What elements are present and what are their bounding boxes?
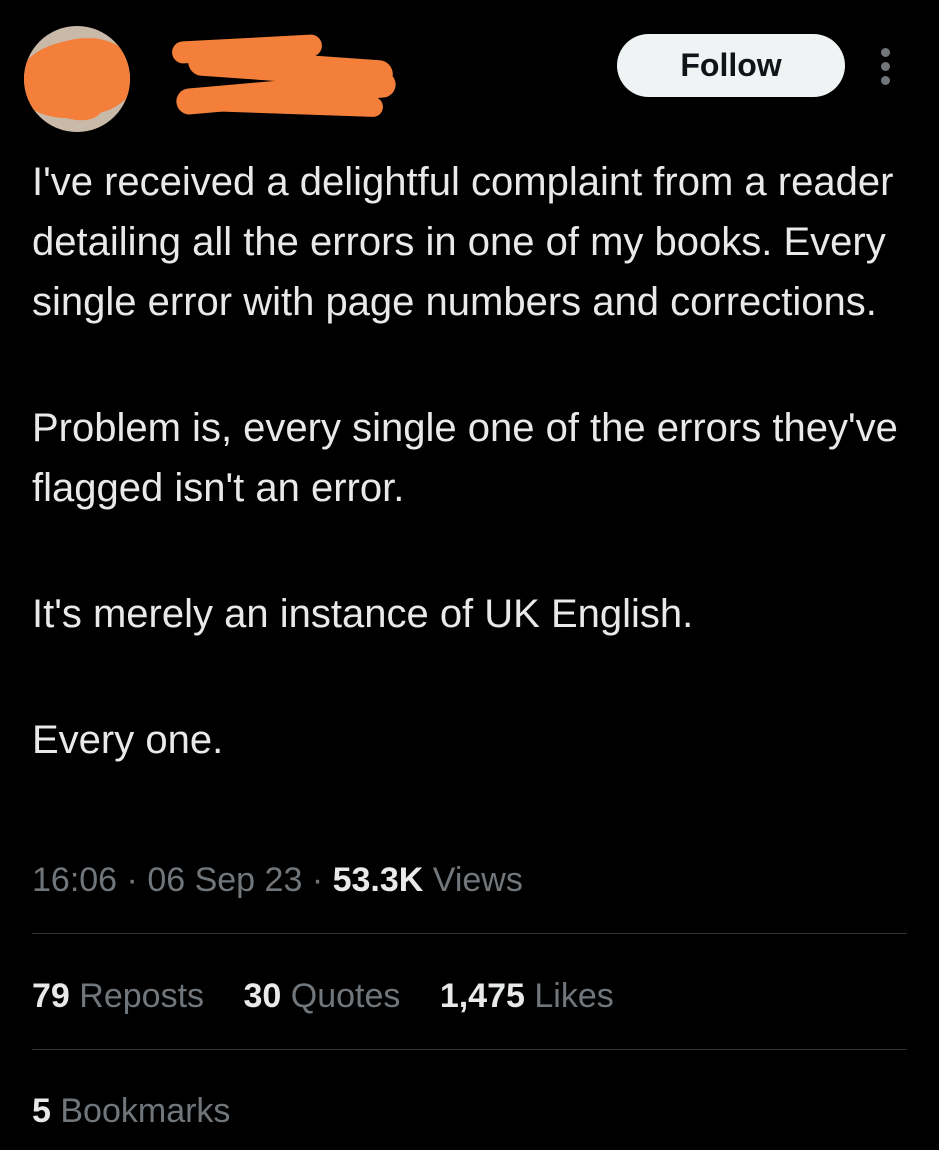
- reposts-stat[interactable]: 79 Reposts: [32, 968, 204, 1024]
- divider: [32, 933, 907, 934]
- likes-label: Likes: [534, 977, 614, 1015]
- tweet-header: Follow: [0, 0, 939, 140]
- reposts-count: 79: [32, 977, 70, 1015]
- quotes-stat[interactable]: 30 Quotes: [243, 968, 400, 1024]
- likes-count: 1,475: [439, 977, 525, 1015]
- bookmarks-stat[interactable]: 5 Bookmarks: [32, 1083, 230, 1139]
- tweet-paragraph: Problem is, every single one of the erro…: [32, 406, 898, 510]
- bookmarks-label: Bookmarks: [60, 1092, 231, 1130]
- quotes-label: Quotes: [290, 977, 401, 1015]
- engagement-stats: 79 Reposts 30 Quotes 1,475 Likes: [32, 968, 644, 1024]
- divider: [32, 1049, 907, 1050]
- likes-stat[interactable]: 1,475 Likes: [440, 968, 614, 1024]
- bookmarks-count: 5: [32, 1092, 51, 1130]
- author-name-redacted[interactable]: [168, 34, 398, 118]
- reposts-label: Reposts: [79, 977, 205, 1015]
- views-count[interactable]: 53.3K: [333, 861, 424, 899]
- tweet-paragraph: Every one.: [32, 718, 224, 762]
- more-vertical-icon[interactable]: [868, 42, 904, 90]
- views-label: Views: [432, 861, 523, 899]
- tweet-time[interactable]: 16:06: [32, 861, 117, 899]
- meta-separator: ·: [126, 861, 138, 899]
- tweet-date[interactable]: 06 Sep 23: [147, 861, 302, 899]
- tweet-paragraph: It's merely an instance of UK English.: [32, 592, 694, 636]
- tweet-paragraph: I've received a delightful complaint fro…: [32, 160, 894, 324]
- tweet-metadata: 16:06 · 06 Sep 23 · 53.3K Views: [32, 852, 523, 908]
- follow-button[interactable]: Follow: [617, 34, 845, 97]
- meta-separator: ·: [311, 861, 324, 899]
- avatar[interactable]: [24, 26, 130, 132]
- quotes-count: 30: [243, 977, 282, 1015]
- tweet-text: I've received a delightful complaint fro…: [32, 152, 912, 770]
